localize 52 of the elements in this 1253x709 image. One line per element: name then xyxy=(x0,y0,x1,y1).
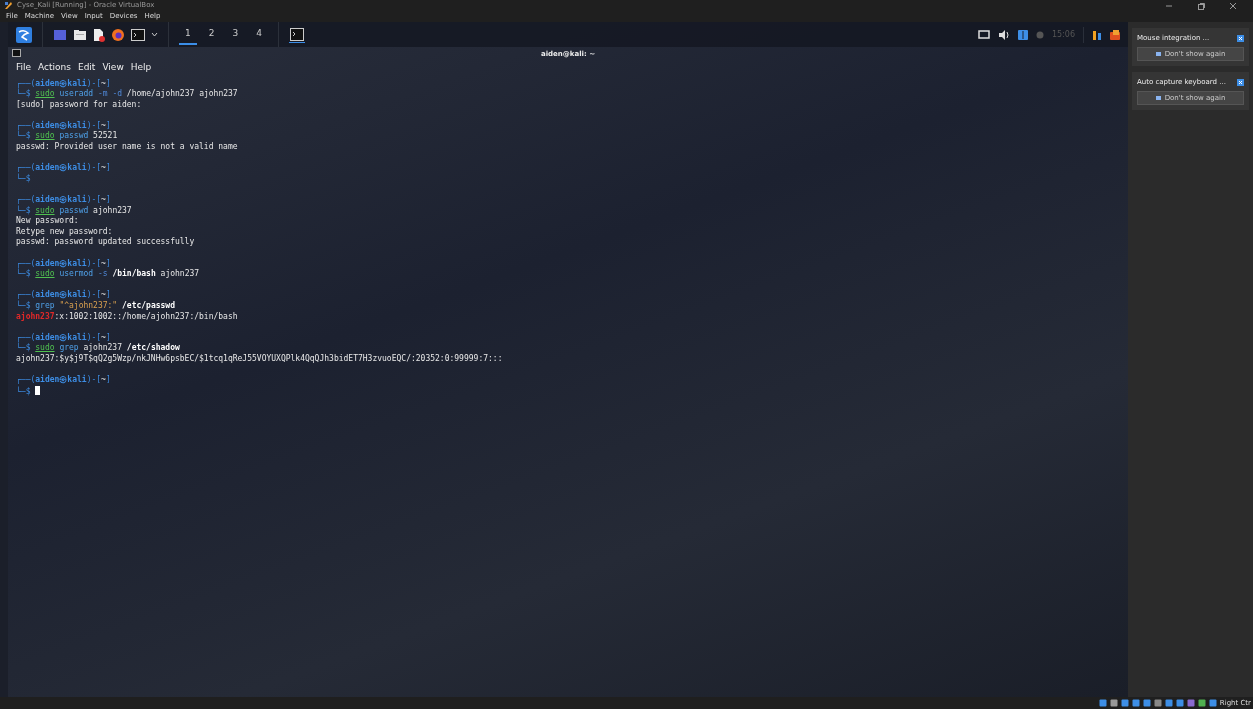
command-line: └─$ xyxy=(16,173,31,185)
app-logo-icon xyxy=(4,1,13,10)
workspace-tab[interactable]: 1 xyxy=(179,23,197,46)
app-icon[interactable] xyxy=(1110,29,1120,40)
browser-icon[interactable] xyxy=(111,27,125,42)
workspace-tab[interactable]: 4 xyxy=(250,23,268,46)
command-line: └─$ sudo passwd ajohn237 xyxy=(16,205,132,216)
monitor-icon[interactable] xyxy=(977,29,990,40)
prompt-line: ┌──(aiden㉿kali)-[~] xyxy=(16,290,111,301)
output-line: New password: xyxy=(16,216,79,227)
command-line: └─$ sudo grep ajohn237 /etc/shadow xyxy=(16,343,180,354)
prompt-line: ┌──(aiden㉿kali)-[~] xyxy=(16,258,111,269)
output-line: ajohn237:$y$j9T$qQ2g5Wzp/nkJNHw6psbEC/$1tcq1qReJ55VOYUXQPlk4QqQJh3bidET7H3zvuoEQC/:20352:0:99999:7::: xyxy=(16,353,503,365)
restore-icon[interactable] xyxy=(1197,1,1205,10)
prompt-line: ┌──(aiden㉿kali)-[~] xyxy=(16,163,111,174)
close-icon[interactable] xyxy=(1237,78,1244,86)
output-line: Retype new password: xyxy=(16,226,113,237)
command-line: └─$ sudo usermod -s /bin/bash ajohn237 xyxy=(16,269,200,280)
notification-icon[interactable] xyxy=(1017,29,1028,40)
close-icon[interactable] xyxy=(1237,34,1244,42)
output-line: [sudo] password for aiden: xyxy=(16,99,142,111)
terminal-menu-item[interactable]: Help xyxy=(130,61,152,75)
close-icon[interactable] xyxy=(1229,1,1237,10)
output-line: passwd: password updated successfully xyxy=(16,237,195,248)
command-line: └─$ sudo useradd -m -d /home/ajohn237 ajohn237 xyxy=(16,89,238,100)
prompt-line: ┌──(aiden㉿kali)-[~] xyxy=(16,78,111,89)
screen-icon[interactable] xyxy=(53,28,67,41)
command-line: └─$ sudo passwd 52521 xyxy=(16,131,118,142)
clock-text: 15:06 xyxy=(1051,28,1075,41)
bars-icon[interactable] xyxy=(1092,29,1102,40)
terminal-window-icon xyxy=(12,49,21,57)
command-line: └─$ grep "^ajohn237:" /etc/passwd xyxy=(16,300,175,311)
workspace-tab[interactable]: 2 xyxy=(202,23,221,46)
workspace-tab[interactable]: 3 xyxy=(226,23,245,46)
terminal-menu-item[interactable]: Edit xyxy=(77,61,96,75)
terminal-task-icon[interactable] xyxy=(288,26,305,43)
terminal-menu-item[interactable]: Actions xyxy=(38,61,71,75)
terminal-icon[interactable] xyxy=(131,28,145,41)
prompt-line: ┌──(aiden㉿kali)-[~] xyxy=(16,120,111,131)
folder-icon[interactable] xyxy=(73,28,87,41)
prompt-line: ┌──(aiden㉿kali)-[~] xyxy=(16,195,111,206)
prompt-line: ┌──(aiden㉿kali)-[~] xyxy=(16,332,111,343)
command-line: └─$ xyxy=(16,385,41,398)
dragon-logo-icon[interactable] xyxy=(16,26,32,43)
prompt-line: ┌──(aiden㉿kali)-[~] xyxy=(16,375,111,386)
terminal-menu-item[interactable]: View xyxy=(102,61,124,75)
caret-icon[interactable] xyxy=(151,31,158,38)
output-line: passwd: Provided user name is not a valid name xyxy=(16,142,238,153)
terminal-menu-item[interactable]: File xyxy=(16,61,32,75)
document-icon[interactable] xyxy=(93,27,105,42)
speaker-icon[interactable] xyxy=(997,29,1010,40)
output-line: ajohn237:x:1002:1002::/home/ajohn237:/bin/bash xyxy=(16,311,238,323)
